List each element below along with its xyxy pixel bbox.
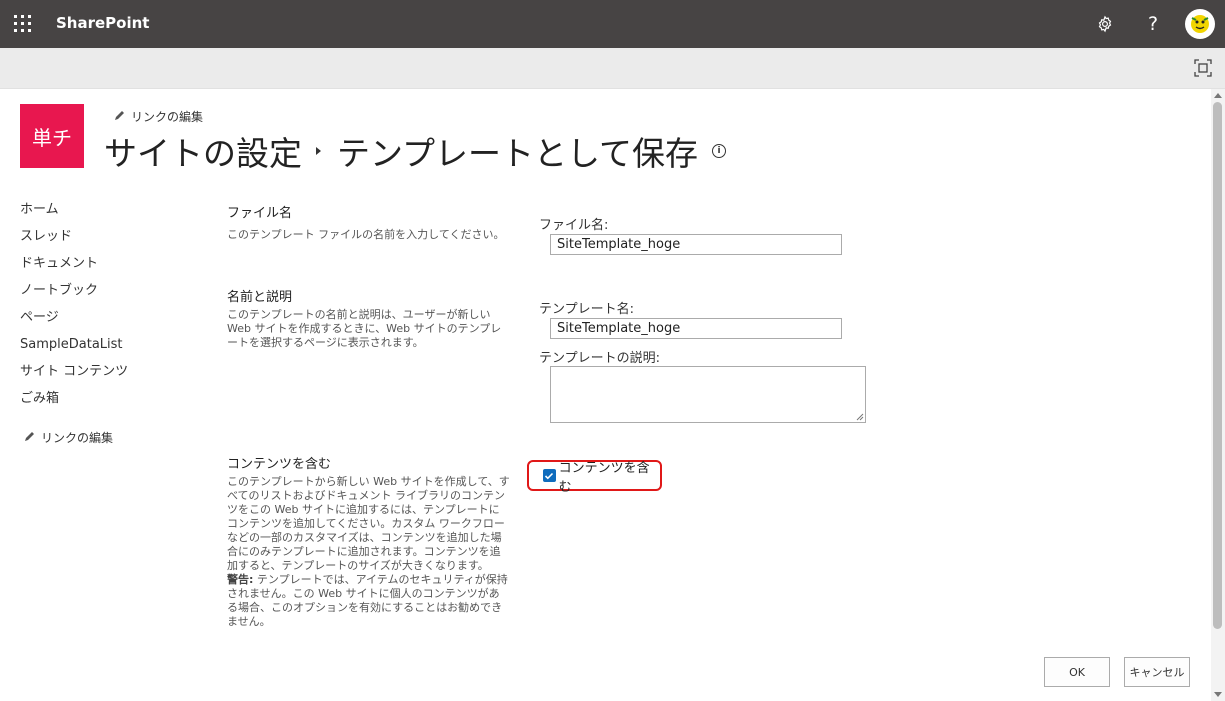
file-name-input[interactable]: SiteTemplate_hoge: [550, 234, 842, 255]
nav-item-sampledatalist[interactable]: SampleDataList: [20, 335, 128, 362]
content-section-title: コンテンツを含む: [227, 457, 332, 472]
include-content-checkbox[interactable]: [543, 469, 556, 482]
file-section-title: ファイル名: [227, 206, 293, 221]
pencil-icon: [114, 109, 126, 124]
left-nav: ホーム スレッド ドキュメント ノートブック ページ SampleDataLis…: [20, 200, 128, 416]
nav-item-pages[interactable]: ページ: [20, 308, 128, 335]
warning-label: 警告:: [227, 573, 254, 586]
site-logo[interactable]: 単チ: [20, 104, 84, 168]
template-name-input[interactable]: SiteTemplate_hoge: [550, 318, 842, 339]
info-icon[interactable]: i: [712, 144, 727, 158]
breadcrumb-parent[interactable]: サイトの設定: [104, 127, 302, 175]
include-content-highlight: コンテンツを含む: [527, 460, 662, 495]
include-content-label[interactable]: コンテンツを含む: [559, 457, 660, 495]
avatar[interactable]: [1185, 9, 1215, 39]
edit-links-label: リンクの編集: [41, 431, 114, 445]
pencil-icon: [24, 430, 36, 445]
nav-item-documents[interactable]: ドキュメント: [20, 254, 128, 281]
template-description-textarea[interactable]: [550, 366, 866, 423]
scroll-down-icon[interactable]: [1214, 692, 1222, 697]
template-name-label: テンプレート名:: [539, 302, 634, 317]
scroll-up-icon[interactable]: [1214, 93, 1222, 98]
waffle-icon[interactable]: [14, 15, 32, 33]
edit-links-nav[interactable]: リンクの編集: [24, 429, 113, 446]
nav-item-threads[interactable]: スレッド: [20, 227, 128, 254]
focus-mode-icon[interactable]: [1194, 59, 1212, 77]
scrollbar-thumb[interactable]: [1213, 102, 1222, 629]
gear-icon[interactable]: [1093, 12, 1117, 36]
help-icon[interactable]: ?: [1141, 12, 1165, 36]
warning-text: テンプレートでは、アイテムのセキュリティが保持されません。この Web サイトに…: [227, 573, 508, 628]
content-section-warning: 警告: テンプレートでは、アイテムのセキュリティが保持されません。この Web …: [227, 573, 510, 629]
file-name-label: ファイル名:: [539, 218, 609, 233]
nav-item-home[interactable]: ホーム: [20, 200, 128, 227]
template-description-label: テンプレートの説明:: [539, 351, 660, 366]
breadcrumb-current: テンプレートとして保存: [337, 134, 699, 173]
suite-bar: SharePoint ?: [0, 0, 1225, 48]
breadcrumb-separator-icon: [316, 147, 321, 155]
file-section-description: このテンプレート ファイルの名前を入力してください。: [227, 228, 505, 241]
nav-item-site-contents[interactable]: サイト コンテンツ: [20, 362, 128, 389]
name-section-description: このテンプレートの名前と説明は、ユーザーが新しい Web サイトを作成するときに…: [227, 308, 502, 349]
cancel-button[interactable]: キャンセル: [1124, 657, 1190, 687]
edit-links-label: リンクの編集: [131, 110, 204, 124]
nav-item-recycle-bin[interactable]: ごみ箱: [20, 389, 128, 416]
app-brand[interactable]: SharePoint: [56, 14, 149, 32]
content-section-description: このテンプレートから新しい Web サイトを作成して、すべてのリストおよびドキュ…: [227, 475, 510, 572]
edit-links-top[interactable]: リンクの編集: [114, 108, 203, 125]
nav-item-notebook[interactable]: ノートブック: [20, 281, 128, 308]
resize-grip-icon[interactable]: [856, 413, 864, 421]
page-title: サイトの設定 テンプレートとして保存 i: [104, 127, 727, 175]
ok-button[interactable]: OK: [1044, 657, 1110, 687]
name-section-title: 名前と説明: [227, 290, 293, 305]
command-bar: [0, 48, 1225, 89]
